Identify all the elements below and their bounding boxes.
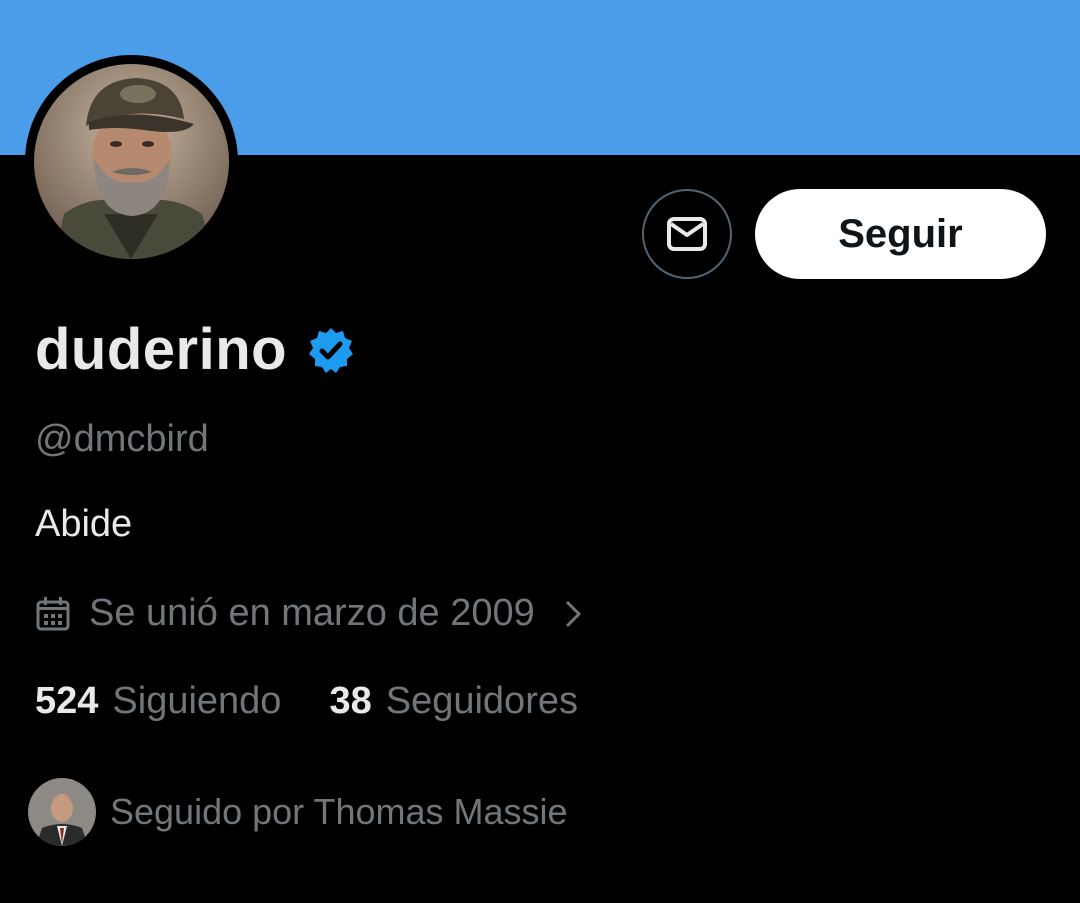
follow-button[interactable]: Seguir [755, 189, 1046, 279]
following-stat[interactable]: 524 Siguiendo [35, 680, 281, 723]
following-count: 524 [35, 680, 99, 722]
chevron-right-icon[interactable] [563, 596, 585, 632]
message-button[interactable] [642, 189, 732, 279]
calendar-icon [36, 596, 70, 630]
follow-stats: 524 Siguiendo 38 Seguidores [35, 680, 578, 723]
followers-count: 38 [329, 680, 372, 722]
followed-by-row[interactable]: Seguido por Thomas Massie [28, 778, 568, 846]
avatar-photo [34, 64, 229, 259]
mail-icon [667, 217, 707, 251]
followers-label: Seguidores [385, 680, 578, 722]
join-date-row[interactable]: Se unió en marzo de 2009 [35, 592, 585, 635]
profile-avatar[interactable] [25, 55, 238, 268]
join-date-text: Se unió en marzo de 2009 [89, 592, 535, 634]
following-label: Siguiendo [112, 680, 282, 722]
profile-bio: Abide [35, 503, 133, 545]
display-name-row: duderino [35, 316, 355, 383]
profile-handle: @dmcbird [35, 418, 209, 460]
followers-stat[interactable]: 38 Seguidores [329, 680, 578, 723]
follower-avatar [28, 778, 96, 846]
followed-by-text: Seguido por Thomas Massie [110, 791, 568, 832]
display-name: duderino [35, 317, 288, 382]
verified-badge-icon[interactable] [307, 326, 355, 374]
